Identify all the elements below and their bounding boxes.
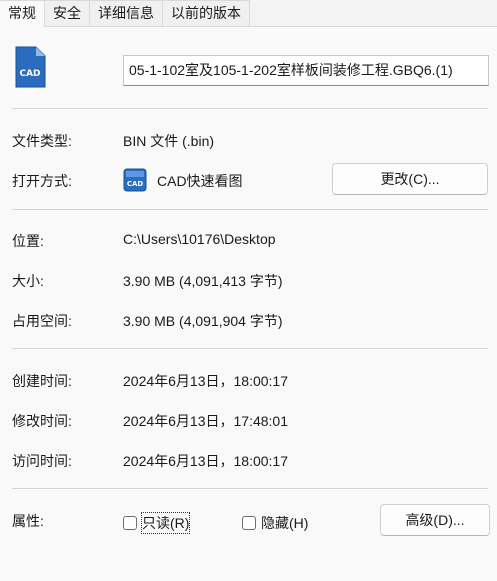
hidden-checkbox[interactable]: 隐藏(H)	[242, 513, 308, 533]
size-label: 大小:	[12, 273, 44, 289]
opens-with-app: CAD快速看图	[157, 173, 243, 189]
file-type-label: 文件类型:	[12, 133, 72, 149]
hidden-checkbox-box[interactable]	[242, 516, 256, 530]
cad-file-icon: CAD	[15, 46, 46, 88]
tab-details[interactable]: 详细信息	[90, 0, 163, 26]
attributes-label: 属性:	[12, 513, 44, 529]
change-button[interactable]: 更改(C)...	[332, 163, 488, 195]
location-label: 位置:	[12, 233, 44, 249]
size-on-disk-label: 占用空间:	[12, 313, 72, 329]
cad-app-icon: CAD	[123, 168, 147, 192]
tab-general[interactable]: 常规	[0, 0, 45, 27]
modified-value: 2024年6月13日，17:48:01	[123, 413, 288, 429]
file-name-input[interactable]: 05-1-102室及105-1-202室样板间装修工程.GBQ6.(1)	[123, 55, 489, 86]
modified-label: 修改时间:	[12, 413, 72, 429]
separator	[12, 488, 488, 489]
tab-bar: 常规 安全 详细信息 以前的版本	[0, 0, 497, 27]
separator	[12, 209, 488, 210]
svg-text:CAD: CAD	[19, 69, 40, 79]
general-panel: CAD 05-1-102室及105-1-202室样板间装修工程.GBQ6.(1)…	[0, 27, 497, 581]
file-type-value: BIN 文件 (.bin)	[123, 133, 215, 149]
readonly-checkbox-label: 只读(R)	[140, 512, 191, 534]
accessed-value: 2024年6月13日，18:00:17	[123, 453, 288, 469]
opens-with-label: 打开方式:	[12, 173, 72, 189]
readonly-checkbox[interactable]: 只读(R)	[123, 512, 191, 534]
tab-previous-versions[interactable]: 以前的版本	[163, 0, 250, 26]
separator	[12, 108, 488, 109]
location-value: C:\Users\10176\Desktop	[123, 231, 276, 247]
svg-text:CAD: CAD	[127, 180, 144, 188]
separator	[12, 348, 488, 349]
readonly-checkbox-box[interactable]	[123, 516, 137, 530]
accessed-label: 访问时间:	[12, 453, 72, 469]
tab-security[interactable]: 安全	[45, 0, 90, 26]
hidden-checkbox-label: 隐藏(H)	[261, 515, 309, 531]
size-value: 3.90 MB (4,091,413 字节)	[123, 273, 283, 289]
created-label: 创建时间:	[12, 373, 72, 389]
advanced-button[interactable]: 高级(D)...	[380, 504, 490, 536]
size-on-disk-value: 3.90 MB (4,091,904 字节)	[123, 313, 283, 329]
created-value: 2024年6月13日，18:00:17	[123, 373, 288, 389]
